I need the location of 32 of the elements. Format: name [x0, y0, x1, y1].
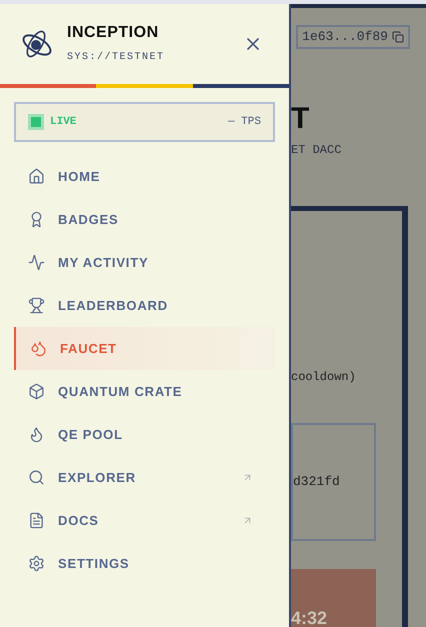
page-heading: T: [291, 104, 310, 134]
cube-icon: [28, 383, 45, 400]
status-label: LIVE: [50, 114, 76, 130]
nav-item[interactable]: QUANTUM CRATE: [14, 370, 275, 413]
nav-item[interactable]: LEADERBOARD: [14, 284, 275, 327]
external-link-icon: [242, 515, 253, 526]
wallet-address[interactable]: 1e63...0f89: [296, 25, 410, 49]
nav-item[interactable]: QE POOL: [14, 413, 275, 456]
nav-item[interactable]: EXPLORER: [14, 456, 275, 499]
hash-text: d321fd: [293, 473, 340, 492]
nav-item[interactable]: SETTINGS: [14, 542, 275, 585]
cooldown-note: cooldown): [291, 371, 357, 383]
tps-reading: — TPS: [228, 114, 261, 130]
trophy-icon: [28, 297, 45, 314]
network-label: SYS://TESTNET: [67, 53, 166, 63]
home-icon: [28, 168, 45, 185]
page-subheading: ET DACC: [291, 144, 342, 156]
flame-icon: [28, 426, 45, 443]
nav-item[interactable]: MY ACTIVITY: [14, 241, 275, 284]
app-title: INCEPTION: [67, 25, 160, 41]
nav-item[interactable]: DOCS: [14, 499, 275, 542]
pulse-icon: [28, 254, 45, 271]
external-link-icon: [242, 472, 253, 483]
nav-item[interactable]: HOME: [14, 155, 275, 198]
document-icon: [28, 512, 45, 529]
copy-icon[interactable]: [392, 31, 404, 43]
nav-item[interactable]: FAUCET: [14, 327, 275, 370]
droplets-icon: [30, 340, 47, 357]
settings-icon: [28, 555, 45, 572]
search-icon: [28, 469, 45, 486]
timer-button[interactable]: 4:32: [291, 569, 376, 627]
nav-item[interactable]: BADGES: [14, 198, 275, 241]
